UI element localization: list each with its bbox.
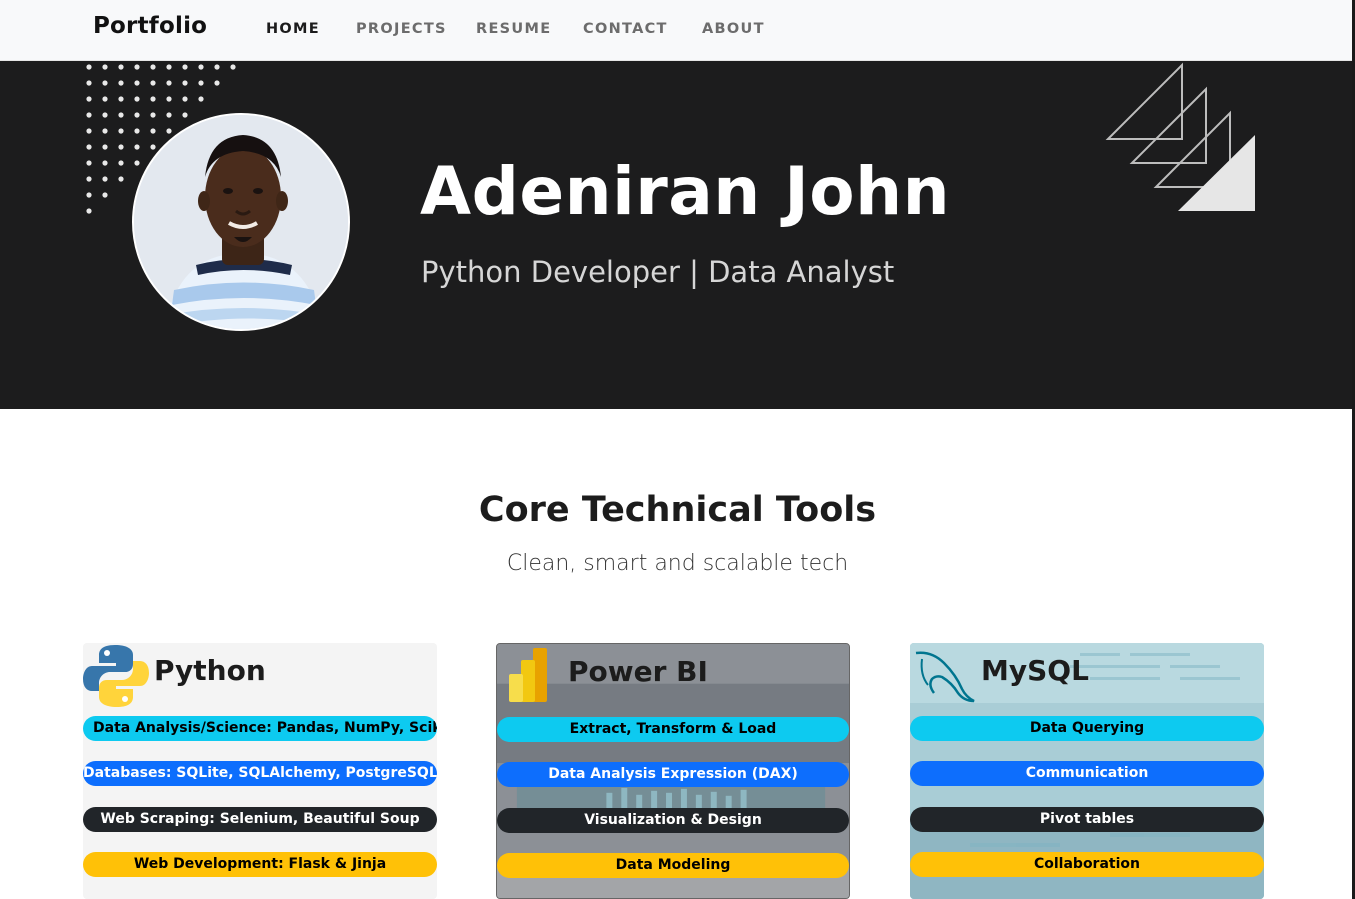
skill-pill: Extract, Transform & Load xyxy=(497,717,849,742)
avatar xyxy=(132,113,350,331)
skill-pill: Pivot tables xyxy=(910,807,1264,832)
skill-pill: Data Querying xyxy=(910,716,1264,741)
nav-home[interactable]: HOME xyxy=(266,21,320,37)
skill-pill: Data Analysis/Science: Pandas, NumPy, Sc… xyxy=(83,716,437,741)
section-title: Core Technical Tools xyxy=(478,490,877,530)
hero-name: Adeniran John xyxy=(420,153,951,230)
profile-photo xyxy=(134,115,348,329)
python-logo-icon xyxy=(83,645,149,707)
skill-pill: Databases: SQLite, SQLAlchemy, PostgreSQ… xyxy=(83,761,437,786)
skill-pill: Visualization & Design xyxy=(497,808,849,833)
skill-pill: Communication xyxy=(910,761,1264,786)
power-bi-logo-icon xyxy=(509,648,547,702)
navbar: Portfolio HOME PROJECTS RESUME CONTACT A… xyxy=(0,0,1352,61)
triangles-decoration xyxy=(1105,62,1255,211)
card-title-powerbi: Power BI xyxy=(568,655,708,688)
brand-link[interactable]: Portfolio xyxy=(93,13,207,39)
card-title-python: Python xyxy=(154,654,266,687)
skill-pill: Web Development: Flask & Jinja xyxy=(83,852,437,877)
tool-card-powerbi: Power BI Extract, Transform & Load Data … xyxy=(496,643,850,899)
skill-pill: Data Analysis Expression (DAX) xyxy=(497,762,849,787)
skill-pill: Web Scraping: Selenium, Beautiful Soup xyxy=(83,807,437,832)
card-title-mysql: MySQL xyxy=(981,654,1089,687)
skill-pill: Collaboration xyxy=(910,852,1264,877)
hero-banner: Adeniran John Python Developer | Data An… xyxy=(0,61,1352,409)
skill-pill: Data Modeling xyxy=(497,853,849,878)
tool-card-mysql: MySQL Data Querying Communication Pivot … xyxy=(910,643,1264,899)
nav-resume[interactable]: RESUME xyxy=(476,21,551,37)
nav-projects[interactable]: PROJECTS xyxy=(356,21,447,37)
nav-contact[interactable]: CONTACT xyxy=(583,21,668,37)
section-subtitle: Clean, smart and scalable tech xyxy=(506,551,849,576)
tool-card-python: Python Data Analysis/Science: Pandas, Nu… xyxy=(83,643,437,899)
mysql-dolphin-icon xyxy=(915,651,975,703)
nav-about[interactable]: ABOUT xyxy=(702,21,765,37)
hero-subtitle: Python Developer | Data Analyst xyxy=(421,255,895,289)
